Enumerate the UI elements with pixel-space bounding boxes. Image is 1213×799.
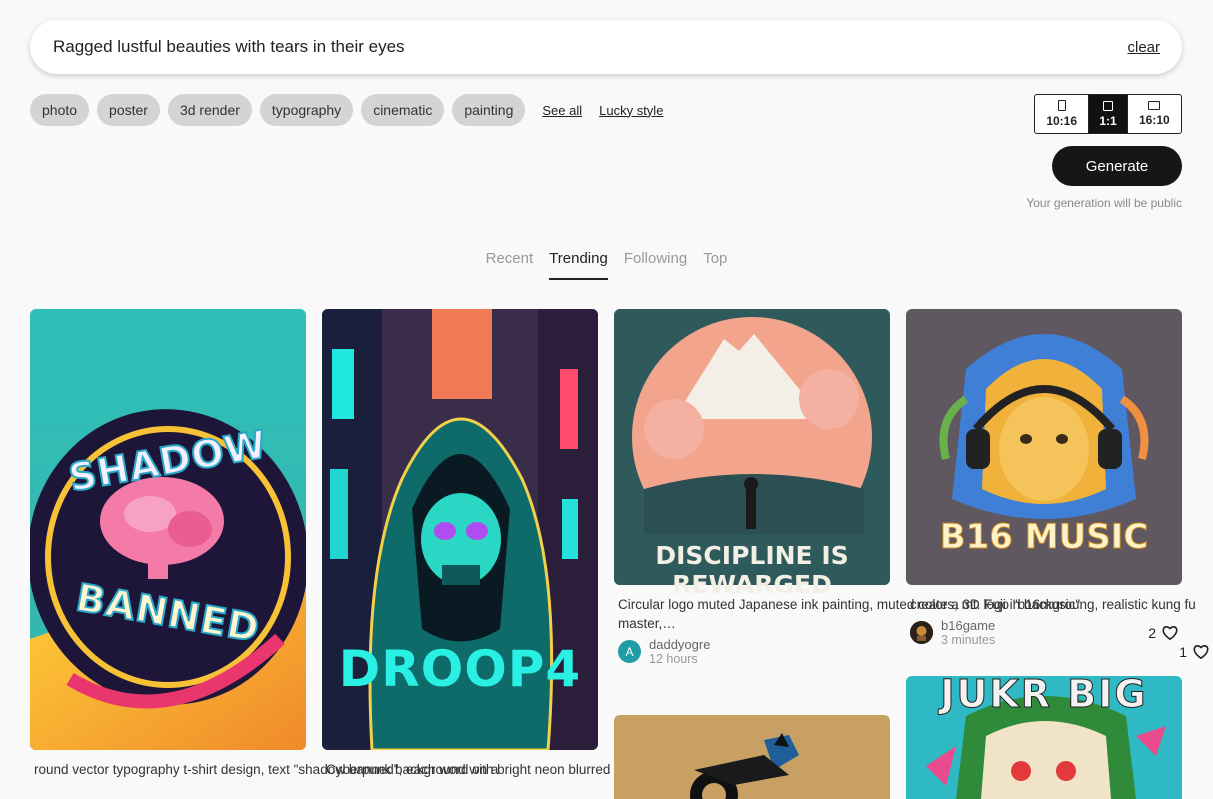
chip-painting[interactable]: painting [452,94,526,126]
see-all-link[interactable]: See all [542,103,582,118]
prompt-input[interactable]: Ragged lustful beauties with tears in th… [30,20,1182,74]
aspect-ratio-selector: 10:16 1:1 16:10 [1034,94,1182,134]
card-image[interactable] [906,676,1182,799]
tab-trending[interactable]: Trending [549,250,608,280]
like-button[interactable]: 2 [1148,625,1178,641]
like-button[interactable]: 1 [1179,644,1209,660]
username[interactable]: b16game [941,618,1148,633]
ratio-10-16[interactable]: 10:16 [1035,95,1090,133]
heart-icon [1162,626,1178,640]
ratio-1-1[interactable]: 1:1 [1089,95,1128,133]
portrait-icon [1057,100,1066,111]
gallery-card[interactable] [614,715,890,799]
ratio-label: 10:16 [1046,114,1078,128]
chip-typography[interactable]: typography [259,94,354,126]
avatar[interactable]: A [618,640,641,663]
generate-button[interactable]: Generate [1052,146,1182,186]
chip-3d-render[interactable]: 3d render [167,94,252,126]
like-count: 2 [1148,624,1156,641]
card-image[interactable] [906,309,1182,585]
chip-cinematic[interactable]: cinematic [361,94,445,126]
square-icon [1102,100,1113,111]
style-chips: photo poster 3d render typography cinema… [30,94,671,126]
prompt-text[interactable]: Ragged lustful beauties with tears in th… [53,37,405,57]
chip-poster[interactable]: poster [97,94,160,126]
card-image[interactable] [614,309,890,585]
ratio-label: 16:10 [1138,113,1170,127]
feed-tabs: Recent Trending Following Top [0,250,1213,280]
card-image[interactable] [614,715,890,799]
card-image[interactable] [30,309,306,750]
gallery-card[interactable]: B16 MUSIC create a 3D logo "b16music" b1… [906,309,1182,647]
ratio-label: 1:1 [1099,113,1117,128]
avatar-image [910,621,933,644]
gallery-card[interactable]: JUKR BIG [906,672,1182,799]
ratio-16-10[interactable]: 16:10 [1128,95,1181,133]
tab-following[interactable]: Following [624,250,687,280]
public-note: Your generation will be public [1026,196,1182,210]
landscape-icon [1148,101,1161,110]
card-image[interactable] [322,309,598,750]
chip-photo[interactable]: photo [30,94,90,126]
tab-recent[interactable]: Recent [486,250,534,280]
post-time: 12 hours [649,652,698,666]
avatar[interactable] [910,621,933,644]
card-description: create a 3D logo "b16music" [910,597,1081,612]
heart-icon [1193,645,1209,659]
card-meta: b16game 3 minutes 2 [906,618,1182,647]
tab-top[interactable]: Top [703,250,727,280]
post-time: 3 minutes [941,633,996,647]
lucky-style-link[interactable]: Lucky style [599,103,663,118]
clear-button[interactable]: clear [1127,39,1160,56]
